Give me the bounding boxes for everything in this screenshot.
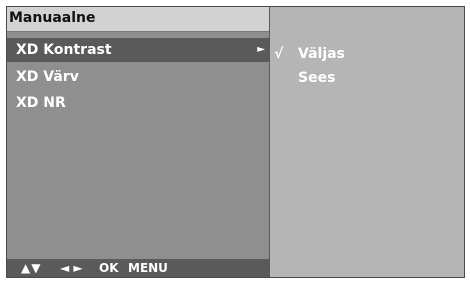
options-panel: √ Väljas Sees	[270, 7, 464, 277]
checkmark-icon: √	[274, 46, 284, 62]
osd-menu-frame: Manuaalne XD Kontrast ► XD Värv XD NR ▲▼…	[6, 6, 465, 278]
menu-title: Manuaalne	[9, 10, 96, 26]
menu-item-xd-nr[interactable]: XD NR	[7, 90, 269, 116]
menu-panel: Manuaalne XD Kontrast ► XD Värv XD NR ▲▼…	[7, 7, 270, 277]
menu-hint: MENU	[128, 261, 168, 275]
ok-hint: OK	[99, 261, 119, 275]
menu-item-label: XD Kontrast	[16, 42, 112, 58]
menu-item-label: XD NR	[16, 95, 66, 111]
title-bar: Manuaalne	[7, 7, 269, 32]
menu-item-label: XD Värv	[16, 69, 79, 85]
left-right-arrows-icon: ◄ ►	[60, 261, 83, 275]
option-label: Sees	[298, 70, 336, 86]
navigation-hint-bar: ▲▼ ◄ ► OK MENU	[7, 259, 269, 277]
menu-item-xd-varv[interactable]: XD Värv	[7, 64, 269, 90]
menu-item-xd-kontrast[interactable]: XD Kontrast ►	[7, 38, 269, 62]
option-label: Väljas	[298, 46, 345, 62]
menu-list: XD Kontrast ► XD Värv XD NR	[7, 38, 269, 116]
right-arrow-icon: ►	[257, 44, 265, 55]
up-down-arrows-icon: ▲▼	[21, 261, 42, 275]
